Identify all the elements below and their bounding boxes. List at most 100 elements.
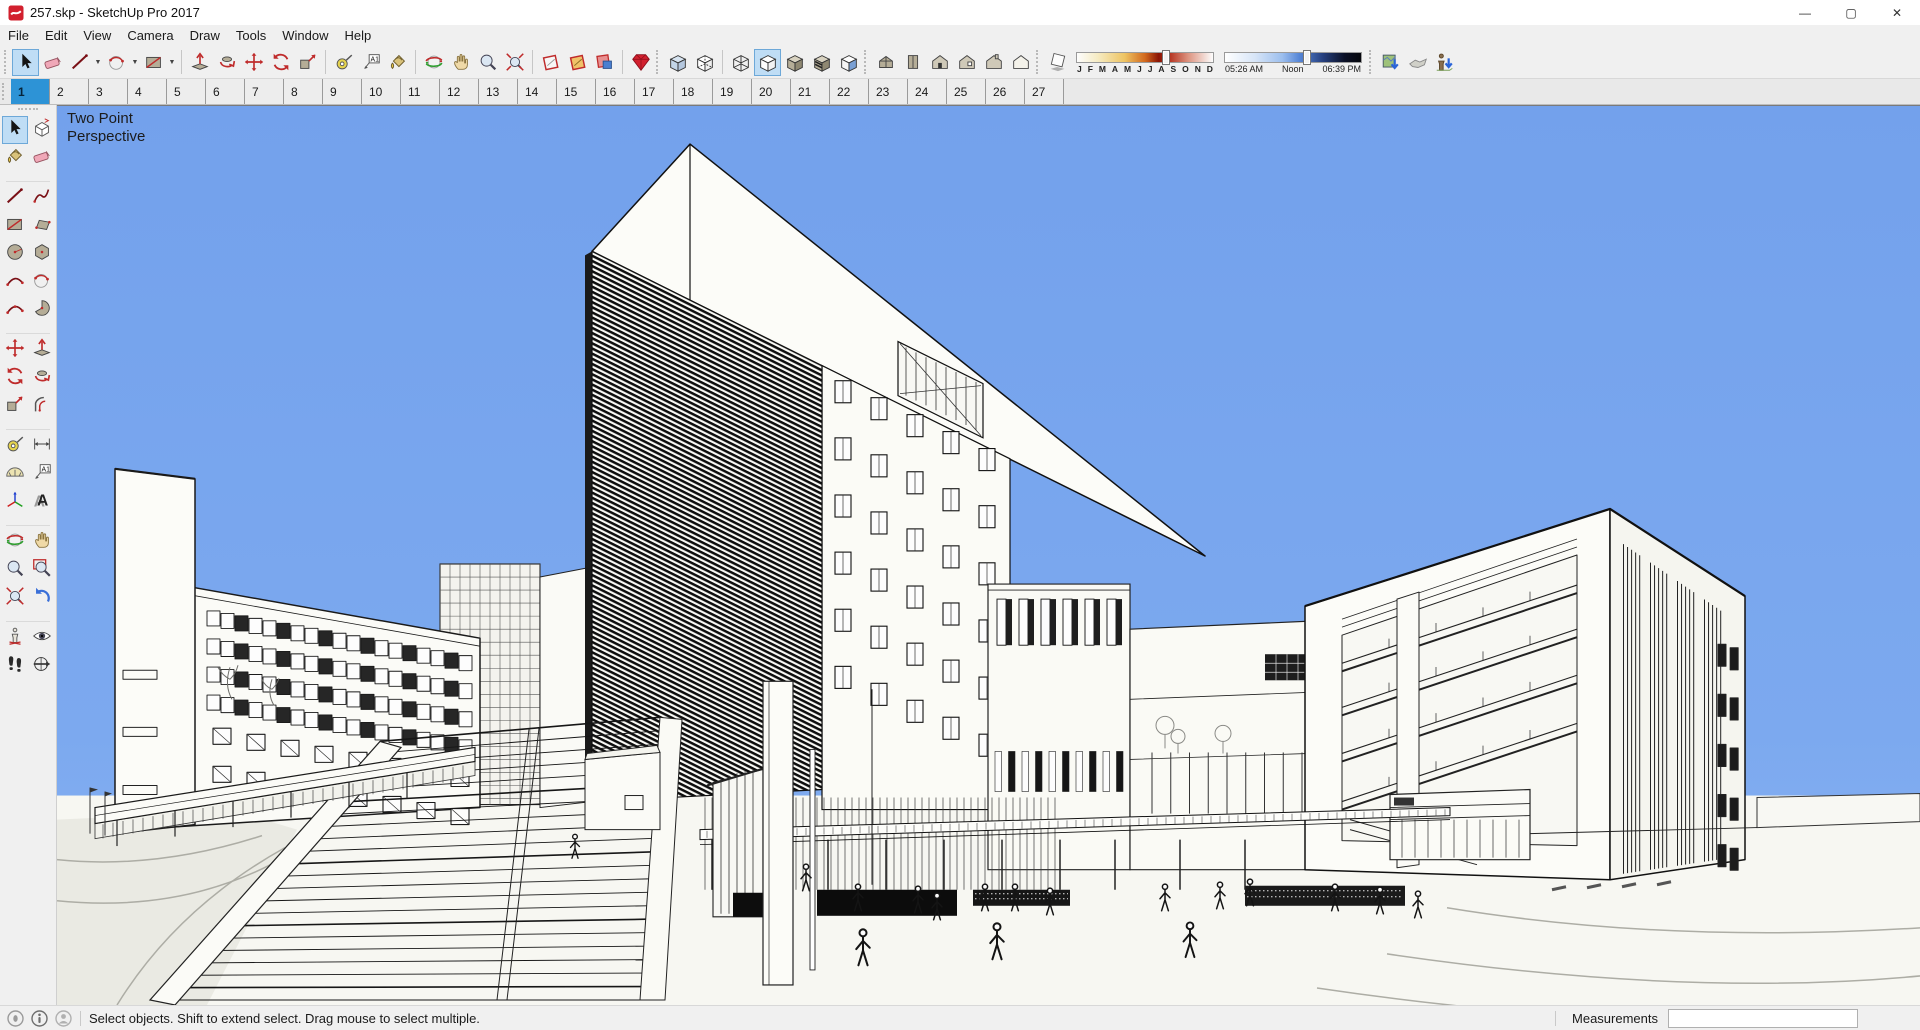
menu-view[interactable]: View — [75, 26, 119, 45]
toolbar-toggle-terrain-button[interactable] — [1404, 49, 1431, 76]
toolbar-offset-button[interactable] — [29, 392, 55, 420]
toolbar-add-location-button[interactable] — [1377, 49, 1404, 76]
scene-tab-22[interactable]: 22 — [830, 79, 869, 104]
toolbar-rectangle-button[interactable] — [140, 49, 167, 76]
menu-camera[interactable]: Camera — [119, 26, 181, 45]
toolbar-wireframe-button[interactable] — [727, 49, 754, 76]
toolbar-rotate-button[interactable] — [2, 364, 28, 392]
toolbar-protractor-button[interactable] — [2, 460, 28, 488]
scene-tab-18[interactable]: 18 — [674, 79, 713, 104]
toolbar-walk-button[interactable] — [2, 652, 28, 680]
toolbar-back-edges-button[interactable] — [691, 49, 718, 76]
toolbar-display-section-planes-button[interactable] — [564, 49, 591, 76]
scene-tab-2[interactable]: 2 — [50, 79, 89, 104]
toolbar-tape-measure-button[interactable] — [330, 49, 357, 76]
rectangle-dropdown-arrow[interactable]: ▼ — [167, 49, 177, 76]
scene-tab-10[interactable]: 10 — [362, 79, 401, 104]
shadow-time-slider[interactable]: 05:26 AM Noon 06:39 PM — [1224, 49, 1362, 76]
scene-tab-26[interactable]: 26 — [986, 79, 1025, 104]
toolbar-view-front-button[interactable] — [926, 49, 953, 76]
toolbar-look-around-button[interactable] — [29, 624, 55, 652]
toolbar-tape-measure-button[interactable] — [2, 432, 28, 460]
scene-tab-13[interactable]: 13 — [479, 79, 518, 104]
toolbar-arc-button[interactable] — [29, 268, 55, 296]
toolbar-zoom-window-button[interactable] — [29, 556, 55, 584]
toolbar-ruby-gem-button[interactable] — [627, 49, 654, 76]
scene-tab-14[interactable]: 14 — [518, 79, 557, 104]
toolbar-x-ray-button[interactable] — [664, 49, 691, 76]
scene-tab-12[interactable]: 12 — [440, 79, 479, 104]
toolbar-rotated-rectangle-button[interactable] — [29, 212, 55, 240]
toolbar-make-component-button[interactable] — [29, 116, 55, 144]
menu-file[interactable]: File — [0, 26, 37, 45]
toolbar-shaded-button[interactable] — [781, 49, 808, 76]
toolbar-paint-bucket-button[interactable] — [384, 49, 411, 76]
menu-window[interactable]: Window — [274, 26, 336, 45]
toolbar-pan-button[interactable] — [447, 49, 474, 76]
toolbar-view-top-button[interactable] — [899, 49, 926, 76]
scene-tab-19[interactable]: 19 — [713, 79, 752, 104]
toolbar-follow-me-button[interactable] — [213, 49, 240, 76]
toolbar-circle-button[interactable] — [2, 240, 28, 268]
scene-tab-9[interactable]: 9 — [323, 79, 362, 104]
toolbar-scale-button[interactable] — [294, 49, 321, 76]
toolbar-text-button[interactable]: A1 — [29, 460, 55, 488]
toolbar-pan-button[interactable] — [29, 528, 55, 556]
scene-tab-21[interactable]: 21 — [791, 79, 830, 104]
scene-tab-15[interactable]: 15 — [557, 79, 596, 104]
geolocation-icon[interactable] — [7, 1009, 24, 1027]
scene-tab-8[interactable]: 8 — [284, 79, 323, 104]
toolbar-arc-button[interactable] — [103, 49, 130, 76]
toolbar-section-plane-tool-button[interactable] — [29, 652, 55, 680]
minimize-button[interactable]: — — [1782, 0, 1828, 25]
toolbar-dimension-button[interactable] — [29, 432, 55, 460]
toolbar-select-button[interactable] — [12, 48, 39, 76]
toolbar-scale-button[interactable] — [2, 392, 28, 420]
toolbar-axes-button[interactable] — [2, 488, 28, 516]
toolbar-rotate-button[interactable] — [267, 49, 294, 76]
scene-tab-20[interactable]: 20 — [752, 79, 791, 104]
toolbar-add-building-button[interactable] — [1431, 49, 1458, 76]
toolbar-zoom-extents-button[interactable] — [2, 584, 28, 612]
scene-tab-1[interactable]: 1 — [11, 79, 50, 104]
toolbar-eraser-button[interactable] — [39, 49, 66, 76]
toolbar-move-button[interactable] — [2, 336, 28, 364]
toolbar-freehand-button[interactable] — [29, 184, 55, 212]
credits-icon[interactable] — [31, 1009, 48, 1027]
toolbar-shadow-settings-button[interactable] — [1044, 49, 1071, 76]
user-icon[interactable] — [55, 1009, 72, 1027]
scene-tab-25[interactable]: 25 — [947, 79, 986, 104]
scene-tab-27[interactable]: 27 — [1025, 79, 1064, 104]
toolbar-view-right-button[interactable] — [953, 49, 980, 76]
toolbar-display-section-cuts-button[interactable] — [591, 49, 618, 76]
toolbar-zoom-extents-button[interactable] — [501, 49, 528, 76]
toolbar-zoom-button[interactable] — [2, 556, 28, 584]
scene-tab-3[interactable]: 3 — [89, 79, 128, 104]
menu-edit[interactable]: Edit — [37, 26, 75, 45]
close-button[interactable]: ✕ — [1874, 0, 1920, 25]
toolbar-follow-me-button[interactable] — [29, 364, 55, 392]
scene-tab-11[interactable]: 11 — [401, 79, 440, 104]
toolbar-three-point-arc-button[interactable] — [2, 296, 28, 324]
scene-tab-23[interactable]: 23 — [869, 79, 908, 104]
scene-tab-16[interactable]: 16 — [596, 79, 635, 104]
toolbar-paint-bucket-button[interactable] — [2, 144, 28, 172]
toolbar-polygon-button[interactable] — [29, 240, 55, 268]
scene-tab-6[interactable]: 6 — [206, 79, 245, 104]
toolbar-two-point-arc-button[interactable] — [2, 268, 28, 296]
scene-tab-17[interactable]: 17 — [635, 79, 674, 104]
toolbar-3d-text-button[interactable]: AA — [29, 488, 55, 516]
toolbar-orbit-button[interactable] — [420, 49, 447, 76]
scene-tab-7[interactable]: 7 — [245, 79, 284, 104]
menu-draw[interactable]: Draw — [182, 26, 228, 45]
arc-dropdown-arrow[interactable]: ▼ — [130, 49, 140, 76]
model-viewport[interactable]: Two Point Perspective — [57, 105, 1920, 1005]
toolbar-push-pull-button[interactable] — [29, 336, 55, 364]
toolbar-move-button[interactable] — [240, 49, 267, 76]
measurements-input[interactable] — [1668, 1008, 1858, 1028]
toolbar-view-back-button[interactable] — [980, 49, 1007, 76]
scene-tab-5[interactable]: 5 — [167, 79, 206, 104]
toolbar-hidden-line-button[interactable] — [754, 48, 781, 76]
toolbar-zoom-button[interactable] — [474, 49, 501, 76]
toolbar-push-pull-button[interactable] — [186, 49, 213, 76]
